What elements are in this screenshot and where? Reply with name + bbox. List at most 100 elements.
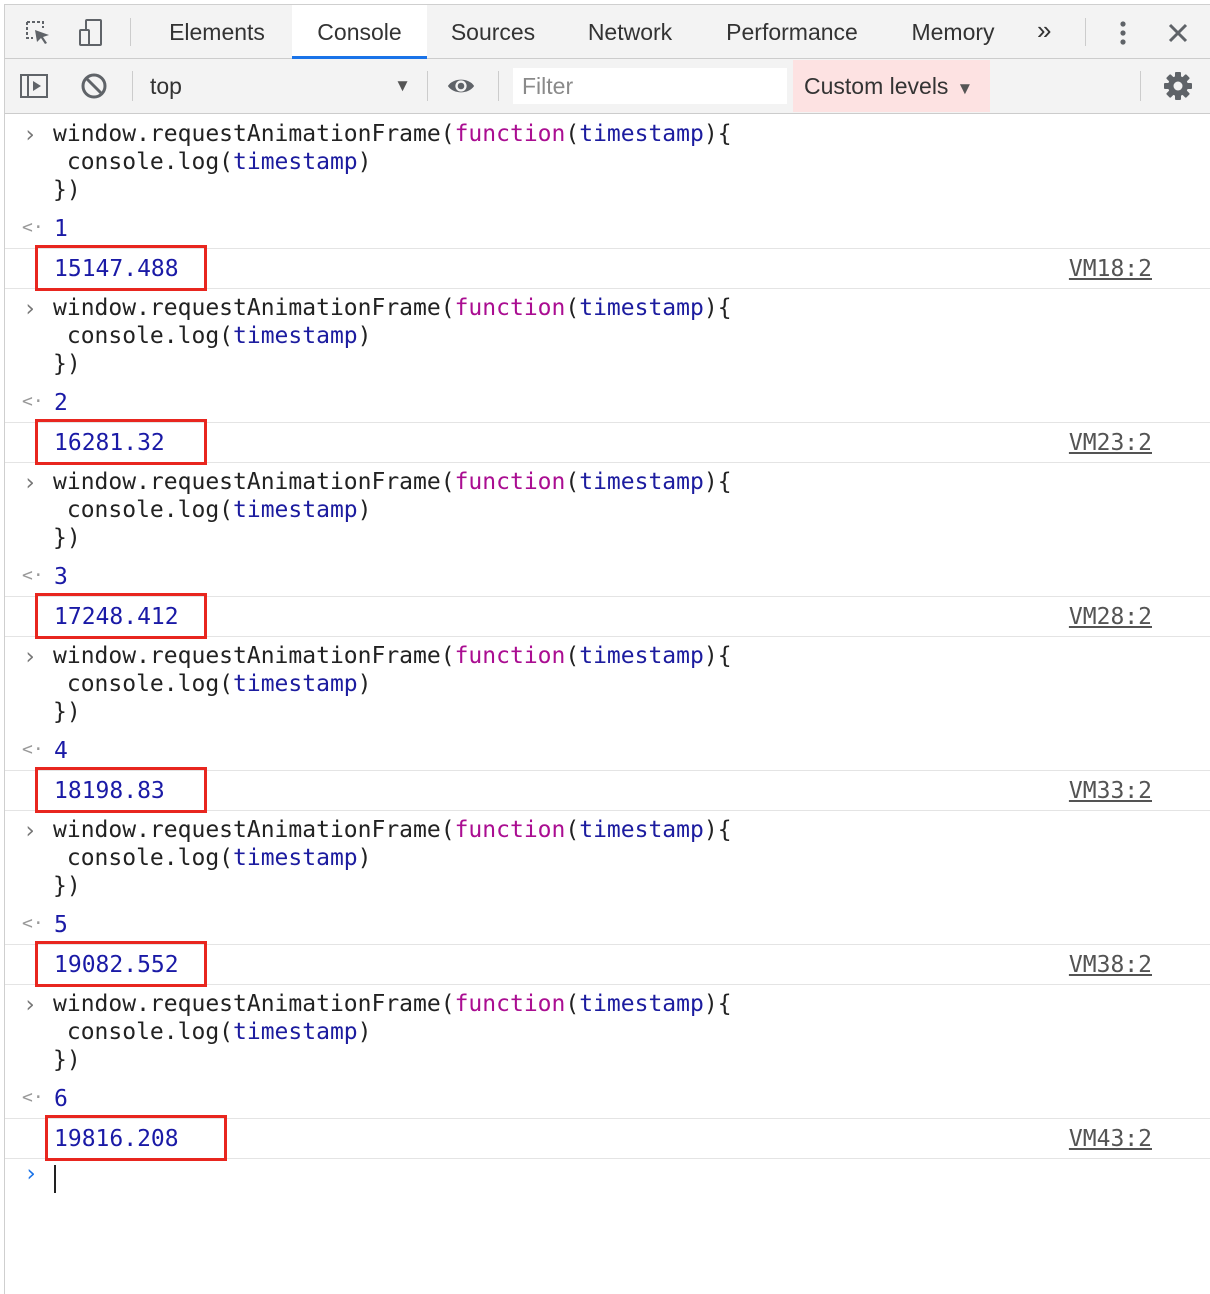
code-param: timestamp	[579, 643, 704, 669]
gear-icon[interactable]	[1163, 71, 1193, 101]
chevron-down-icon: ▼	[956, 79, 974, 98]
filter-input[interactable]	[513, 68, 787, 104]
source-link[interactable]: VM43:2	[1069, 1119, 1152, 1159]
highlight-box	[35, 419, 207, 465]
source-link[interactable]: VM28:2	[1069, 597, 1152, 637]
code-param: timestamp	[579, 469, 704, 495]
console-toolbar: top ▼ Custom levels ▼	[5, 59, 1210, 114]
console-log-message[interactable]: 19082.552 VM38:2	[5, 941, 1210, 987]
return-value: 2	[54, 390, 68, 416]
divider	[130, 18, 131, 46]
code-text: ){	[703, 817, 732, 843]
clear-console-icon[interactable]	[79, 71, 109, 101]
tab-network[interactable]: Network	[569, 5, 691, 58]
tab-memory[interactable]: Memory	[893, 5, 1013, 58]
console-result-message[interactable]: <· 5	[5, 909, 1210, 945]
highlight-box	[45, 1115, 227, 1161]
tab-bar: Elements Console Sources Network Performance…	[5, 5, 1210, 59]
return-value: 1	[54, 216, 68, 242]
console-input-message[interactable]: › window.requestAnimationFrame(function(t…	[5, 816, 1210, 906]
console-entry-group: › window.requestAnimationFrame(function(t…	[5, 637, 1210, 813]
input-chevron-icon: ›	[23, 644, 37, 670]
console-log-message[interactable]: 16281.32 VM23:2	[5, 419, 1210, 465]
code-text: window.requestAnimationFrame(	[53, 295, 455, 321]
return-value: 6	[54, 1086, 68, 1112]
code-param: timestamp	[579, 295, 704, 321]
code-param: timestamp	[233, 497, 358, 523]
code-text: })	[53, 525, 81, 551]
source-link[interactable]: VM23:2	[1069, 423, 1152, 463]
source-link[interactable]: VM33:2	[1069, 771, 1152, 811]
divider	[1140, 71, 1141, 101]
code-text: })	[53, 699, 81, 725]
code-text: console.log(	[53, 845, 234, 871]
return-arrow-icon: <·	[22, 217, 44, 238]
return-value: 4	[54, 738, 68, 764]
console-log-message[interactable]: 15147.488 VM18:2	[5, 245, 1210, 291]
divider	[427, 71, 428, 101]
code-text: ){	[703, 991, 732, 1017]
context-selector[interactable]: top ▼	[150, 59, 425, 113]
console-entry-group: › window.requestAnimationFrame(function(t…	[5, 289, 1210, 465]
console-result-message[interactable]: <· 4	[5, 735, 1210, 771]
return-arrow-icon: <·	[22, 913, 44, 934]
return-arrow-icon: <·	[22, 739, 44, 760]
console-result-message[interactable]: <· 6	[5, 1083, 1210, 1119]
code-text: ){	[703, 469, 732, 495]
more-tabs-icon[interactable]: »	[1037, 15, 1051, 46]
device-toolbar-icon[interactable]	[76, 18, 106, 48]
code-text: (	[565, 817, 580, 843]
console-result-message[interactable]: <· 2	[5, 387, 1210, 423]
inspect-element-icon[interactable]	[23, 18, 53, 48]
code-param: timestamp	[233, 149, 358, 175]
tab-elements[interactable]: Elements	[152, 5, 282, 58]
console-input-message[interactable]: › window.requestAnimationFrame(function(t…	[5, 468, 1210, 558]
return-arrow-icon: <·	[22, 1087, 44, 1108]
console-log-message[interactable]: 18198.83 VM33:2	[5, 767, 1210, 813]
source-link[interactable]: VM18:2	[1069, 249, 1152, 289]
code-text: )	[357, 497, 372, 523]
code-keyword: function	[454, 121, 566, 147]
code-param: timestamp	[579, 817, 704, 843]
source-link[interactable]: VM38:2	[1069, 945, 1152, 985]
code-text: console.log(	[53, 671, 234, 697]
code-text: console.log(	[53, 149, 234, 175]
log-levels-label: Custom levels	[804, 73, 949, 99]
tab-console[interactable]: Console	[292, 5, 427, 59]
code-text: })	[53, 351, 81, 377]
highlight-box	[35, 245, 207, 291]
text-cursor	[54, 1165, 56, 1193]
code-text: )	[357, 671, 372, 697]
console-entry-group: › window.requestAnimationFrame(function(t…	[5, 115, 1210, 291]
return-arrow-icon: <·	[22, 391, 44, 412]
console-prompt[interactable]: ›	[5, 1159, 1210, 1199]
tab-performance[interactable]: Performance	[706, 5, 878, 58]
console-result-message[interactable]: <· 3	[5, 561, 1210, 597]
input-chevron-icon: ›	[23, 122, 37, 148]
live-expression-eye-icon[interactable]	[446, 71, 476, 101]
divider	[1085, 18, 1086, 46]
code-text: window.requestAnimationFrame(	[53, 817, 455, 843]
console-result-message[interactable]: <· 1	[5, 213, 1210, 249]
console-input-message[interactable]: › window.requestAnimationFrame(function(t…	[5, 294, 1210, 384]
kebab-menu-icon[interactable]	[1108, 18, 1138, 48]
sidebar-toggle-icon[interactable]	[19, 71, 49, 101]
code-text: (	[565, 991, 580, 1017]
console-input-message[interactable]: › window.requestAnimationFrame(function(t…	[5, 642, 1210, 732]
input-chevron-icon: ›	[23, 992, 37, 1018]
console-input-message[interactable]: › window.requestAnimationFrame(function(t…	[5, 120, 1210, 210]
highlight-box	[35, 593, 207, 639]
highlight-box	[35, 941, 207, 987]
close-icon[interactable]	[1163, 18, 1193, 48]
tab-sources[interactable]: Sources	[433, 5, 553, 58]
console-log-message[interactable]: 17248.412 VM28:2	[5, 593, 1210, 639]
console-entry-group: › window.requestAnimationFrame(function(t…	[5, 811, 1210, 987]
console-log-message[interactable]: 19816.208 VM43:2	[5, 1115, 1210, 1161]
code-text: })	[53, 1047, 81, 1073]
log-levels-dropdown[interactable]: Custom levels ▼	[793, 60, 990, 112]
code-keyword: function	[454, 817, 566, 843]
code-text: })	[53, 873, 81, 899]
code-text: (	[565, 469, 580, 495]
code-param: timestamp	[233, 671, 358, 697]
console-input-message[interactable]: › window.requestAnimationFrame(function(t…	[5, 990, 1210, 1080]
